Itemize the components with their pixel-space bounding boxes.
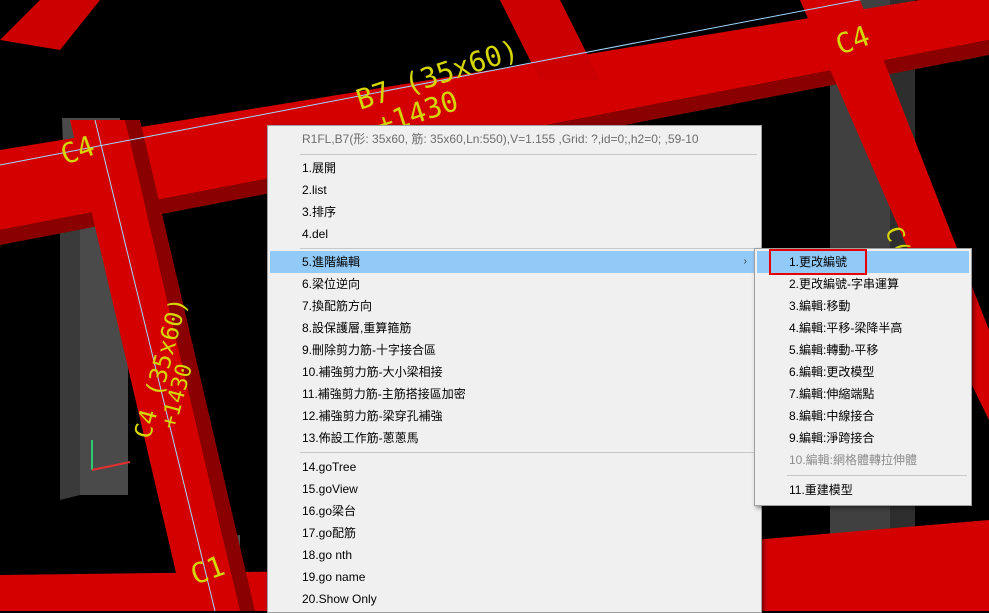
menu-item-list[interactable]: 2.list xyxy=(270,179,759,201)
submenu-item-mesh-to-extrude: 10.編輯:網格體轉拉伸體 xyxy=(789,453,918,467)
submenu-item-centerline-join[interactable]: 8.編輯:中線接合 xyxy=(757,405,969,427)
menu-item-work-rebar[interactable]: 13.佈設工作筋-蔥蔥馬 xyxy=(270,427,759,449)
menu-item-delete-shear[interactable]: 9.刪除剪力筋-十字接合區 xyxy=(270,339,759,361)
menu-item-set-cover[interactable]: 8.設保護層,重算箍筋 xyxy=(270,317,759,339)
menu-item-sort[interactable]: 3.排序 xyxy=(270,201,759,223)
submenu-item-rebuild-model[interactable]: 11.重建模型 xyxy=(757,479,969,501)
menu-separator xyxy=(300,154,757,155)
submenu-item-clear-span-join[interactable]: 9.編輯:淨跨接合 xyxy=(757,427,969,449)
advanced-edit-submenu: 1.更改編號 2.更改編號-字串運算 3.編輯:移動 4.編輯:平移-梁降半高 … xyxy=(754,248,972,506)
menu-item-beam-reverse[interactable]: 6.梁位逆向 xyxy=(270,273,759,295)
menu-separator xyxy=(300,452,757,453)
submenu-item-move[interactable]: 3.編輯:移動 xyxy=(757,295,969,317)
beam-top-left xyxy=(0,0,100,50)
column-left xyxy=(60,220,80,500)
context-menu-header: R1FL,B7(形: 35x60, 筋: 35x60,Ln:550),V=1.1… xyxy=(302,132,699,146)
menu-item-reinforce-shear-2[interactable]: 11.補強剪力筋-主筋搭接區加密 xyxy=(270,383,759,405)
context-menu: R1FL,B7(形: 35x60, 筋: 35x60,Ln:550),V=1.1… xyxy=(267,125,762,613)
menu-separator xyxy=(300,248,757,249)
highlight-box xyxy=(769,249,867,275)
submenu-item-rotate[interactable]: 5.編輯:轉動-平移 xyxy=(757,339,969,361)
menu-item-show-only[interactable]: 20.Show Only xyxy=(270,588,759,610)
submenu-item-stretch[interactable]: 7.編輯:伸縮端點 xyxy=(757,383,969,405)
menu-item-expand[interactable]: 1.展開 xyxy=(270,157,759,179)
menu-item-del[interactable]: 4.del xyxy=(270,223,759,245)
menu-item-goview[interactable]: 15.goView xyxy=(270,478,759,500)
submenu-item-translate-half[interactable]: 4.編輯:平移-梁降半高 xyxy=(757,317,969,339)
submenu-item-rename-string[interactable]: 2.更改編號-字串運算 xyxy=(757,273,969,295)
menu-item-go-name[interactable]: 19.go name xyxy=(270,566,759,588)
chevron-right-icon: › xyxy=(743,256,747,267)
menu-item-label: 5.進階編輯 xyxy=(302,255,361,269)
submenu-item-change-model[interactable]: 6.編輯:更改模型 xyxy=(757,361,969,383)
menu-item-go-rebar[interactable]: 17.go配筋 xyxy=(270,522,759,544)
menu-item-go-nth[interactable]: 18.go nth xyxy=(270,544,759,566)
menu-item-advanced-edit[interactable]: 5.進階編輯 › xyxy=(270,251,759,273)
menu-item-go-beam[interactable]: 16.go梁台 xyxy=(270,500,759,522)
menu-item-reinforce-shear-1[interactable]: 10.補強剪力筋-大小梁相接 xyxy=(270,361,759,383)
menu-item-gotree[interactable]: 14.goTree xyxy=(270,456,759,478)
menu-item-reinforce-shear-3[interactable]: 12.補強剪力筋-梁穿孔補強 xyxy=(270,405,759,427)
submenu-separator xyxy=(787,475,967,476)
menu-item-swap-rebar-direction[interactable]: 7.換配筋方向 xyxy=(270,295,759,317)
